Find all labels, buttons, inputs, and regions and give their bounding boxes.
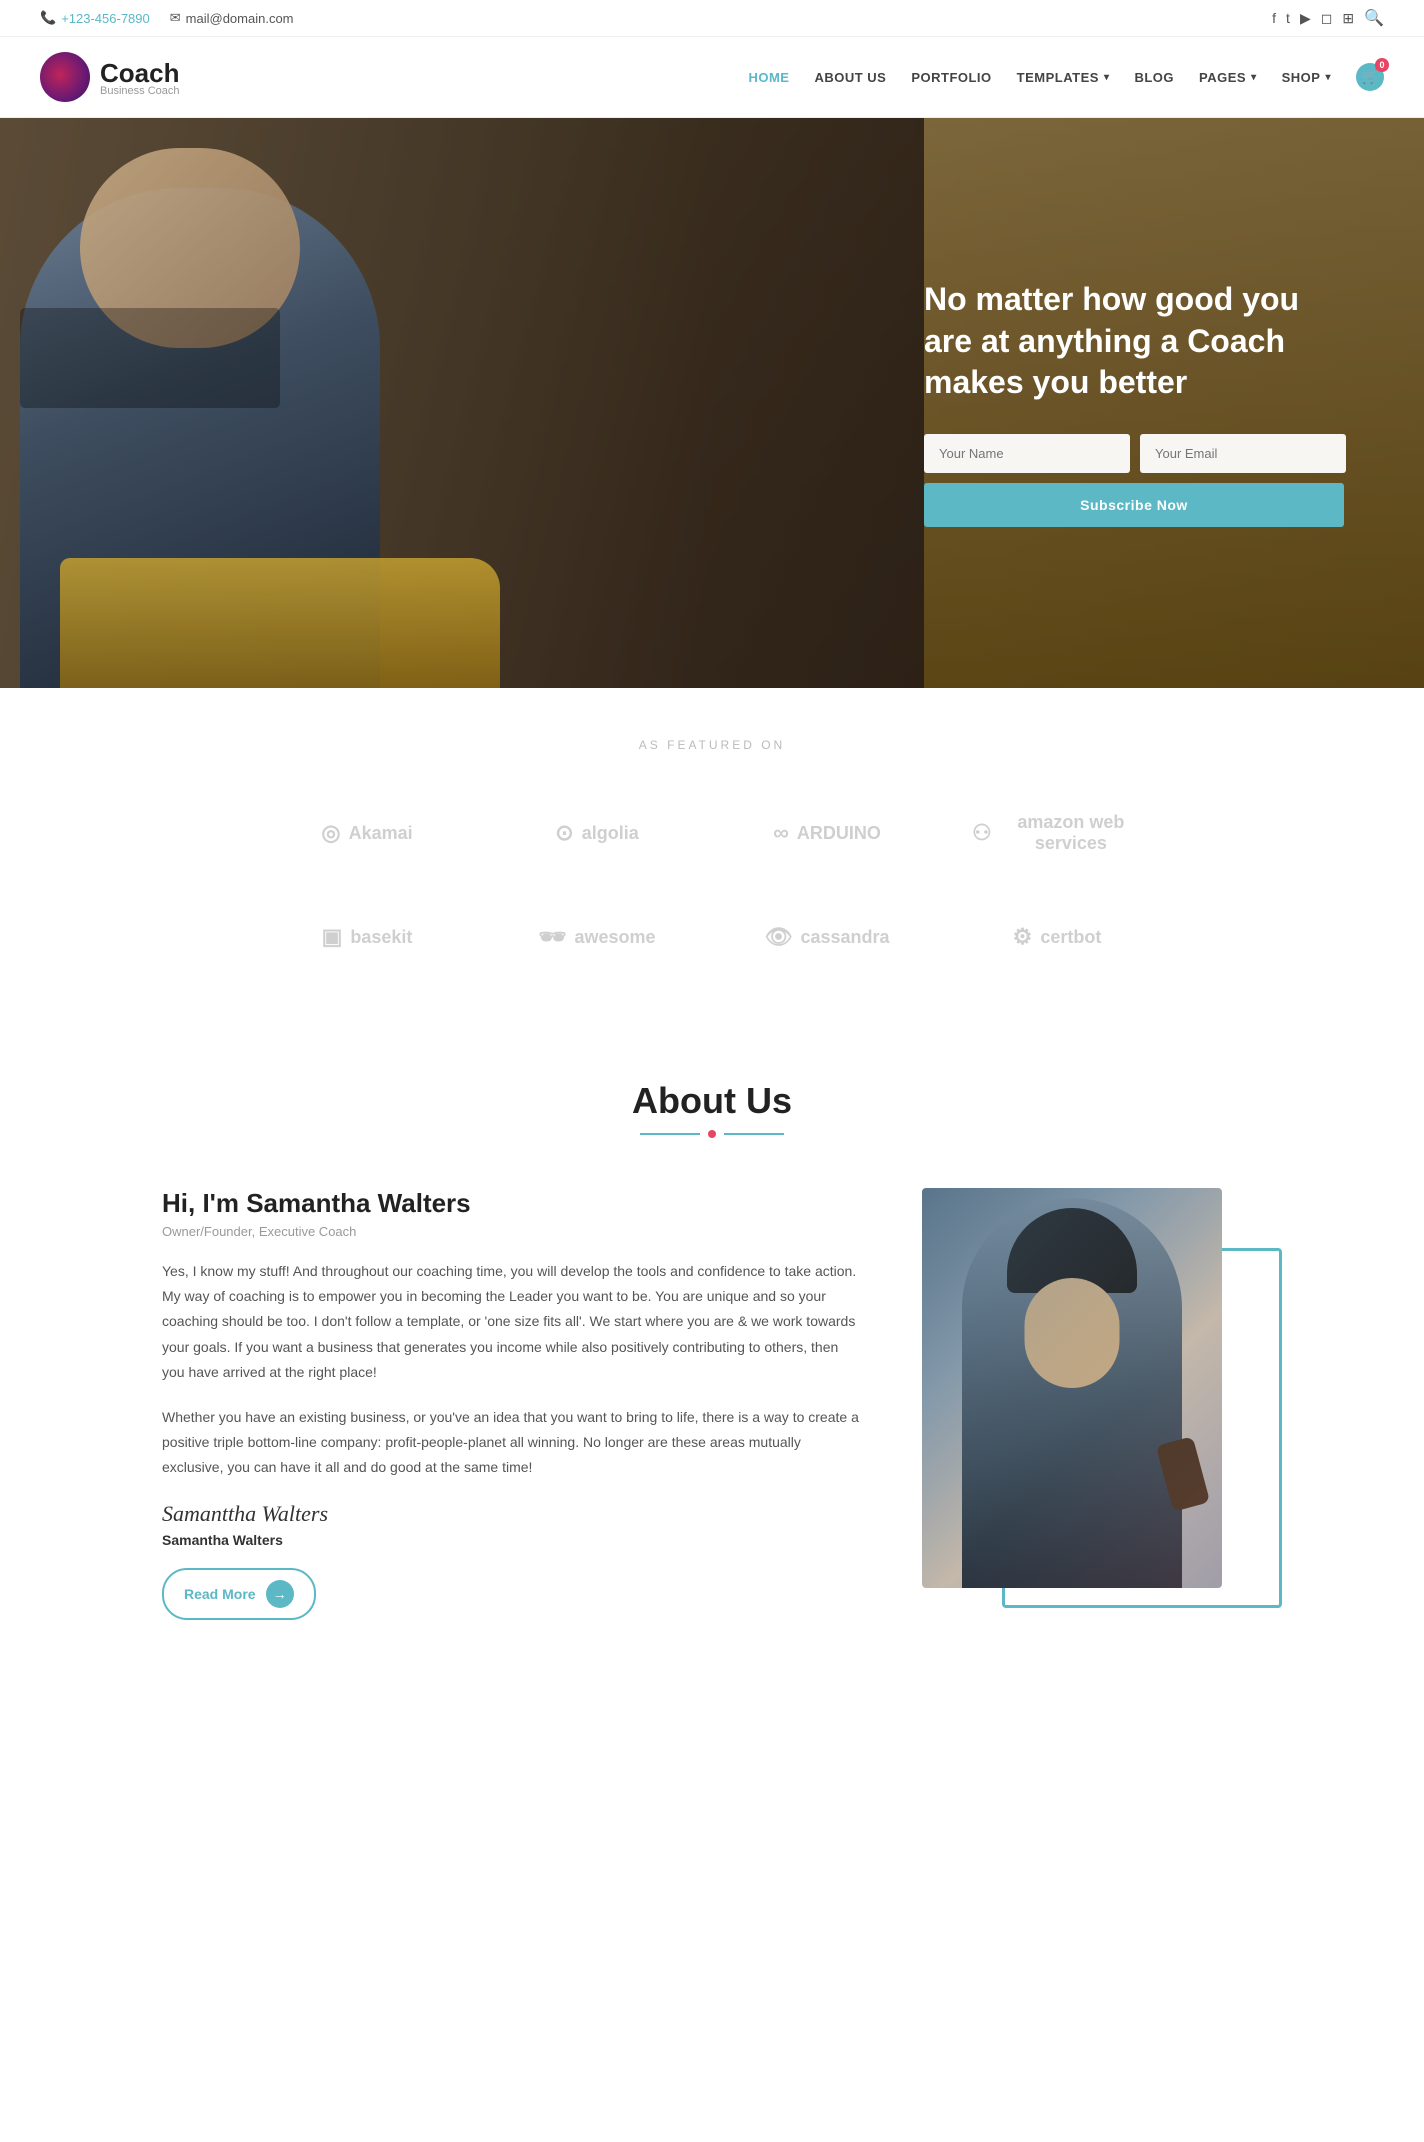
cart-badge: 0 (1375, 58, 1389, 72)
phone-icon: 📞 (40, 10, 56, 26)
chevron-down-icon: ▾ (1251, 72, 1257, 83)
youtube-icon[interactable]: ▶ (1300, 10, 1311, 27)
awesome-icon: 🕶 (539, 924, 567, 950)
site-tagline: Business Coach (100, 85, 180, 97)
top-bar-left: 📞 +123-456-7890 ✉ mail@domain.com (40, 10, 294, 26)
akamai-label: Akamai (349, 823, 413, 844)
aws-icon: ⚇ (972, 820, 992, 846)
email-icon: ✉ (170, 10, 181, 26)
hero-desk (60, 558, 500, 688)
hero-form-row (924, 434, 1344, 473)
header: Coach Business Coach HOME ABOUT US PORTF… (0, 37, 1424, 118)
cart-button[interactable]: 🛒 0 (1356, 63, 1384, 91)
hero-content: No matter how good you are at anything a… (924, 279, 1344, 527)
hero-form: Subscribe Now (924, 434, 1344, 527)
site-name: Coach (100, 58, 180, 89)
aws-label: amazon web services (1000, 812, 1142, 854)
about-para-1: Yes, I know my stuff! And throughout our… (162, 1259, 862, 1385)
logo-arduino: ∞ ARDUINO (722, 792, 932, 874)
logo[interactable]: Coach Business Coach (40, 52, 180, 102)
about-sig-name: Samantha Walters (162, 1532, 862, 1548)
email-address: mail@domain.com (186, 11, 294, 26)
about-signature: Samanttha Walters (162, 1501, 862, 1527)
image-overlay (922, 1188, 1222, 1588)
hero-section: No matter how good you are at anything a… (0, 118, 1424, 688)
featured-label: AS FEATURED ON (40, 738, 1384, 752)
read-more-button[interactable]: Read More → (162, 1568, 316, 1620)
main-nav: HOME ABOUT US PORTFOLIO TEMPLATES ▾ BLOG… (748, 63, 1384, 91)
about-para-2: Whether you have an existing business, o… (162, 1405, 862, 1481)
logo-algolia: ⊙ algolia (492, 792, 702, 874)
search-icon[interactable]: 🔍 (1364, 8, 1384, 28)
about-section-title: About Us (40, 1080, 1384, 1122)
phone-number: +123-456-7890 (61, 11, 150, 26)
nav-portfolio[interactable]: PORTFOLIO (911, 70, 991, 85)
hero-person-area (0, 118, 460, 688)
algolia-label: algolia (582, 823, 639, 844)
cassandra-label: cassandra (800, 927, 889, 948)
logos-grid: ◎ Akamai ⊙ algolia ∞ ARDUINO ⚇ amazon we… (262, 792, 1162, 970)
about-image (922, 1188, 1222, 1588)
divider-dot (708, 1130, 716, 1138)
certbot-icon: ⚙ (1013, 924, 1033, 950)
logo-akamai: ◎ Akamai (262, 792, 472, 874)
name-input[interactable] (924, 434, 1130, 473)
awesome-label: awesome (574, 927, 655, 948)
basekit-icon: ▣ (322, 924, 343, 950)
logo-icon (40, 52, 90, 102)
chevron-down-icon: ▾ (1104, 72, 1110, 83)
email-input[interactable] (1140, 434, 1346, 473)
logo-certbot: ⚙ certbot (952, 904, 1162, 970)
nav-about[interactable]: ABOUT US (814, 70, 886, 85)
instagram-icon[interactable]: ◻ (1321, 10, 1333, 27)
hero-papers (20, 308, 280, 408)
facebook-icon[interactable]: f (1272, 10, 1276, 26)
arrow-right-icon: → (266, 1580, 294, 1608)
basekit-label: basekit (350, 927, 412, 948)
logo-aws: ⚇ amazon web services (952, 792, 1162, 874)
twitter-icon[interactable]: t (1286, 10, 1290, 26)
section-divider (40, 1130, 1384, 1138)
hero-title: No matter how good you are at anything a… (924, 279, 1344, 404)
about-person-name: Hi, I'm Samantha Walters (162, 1188, 862, 1219)
about-person-role: Owner/Founder, Executive Coach (162, 1224, 862, 1239)
divider-line-left (640, 1133, 700, 1135)
about-image-wrapper (922, 1188, 1262, 1588)
certbot-label: certbot (1040, 927, 1101, 948)
chevron-down-icon: ▾ (1325, 72, 1331, 83)
social-links: f t ▶ ◻ ⊞ 🔍 (1272, 8, 1384, 28)
logo-text: Coach Business Coach (100, 58, 180, 97)
cassandra-icon: 👁 (765, 924, 793, 950)
arduino-icon: ∞ (773, 820, 789, 846)
logo-basekit: ▣ basekit (262, 904, 472, 970)
read-more-label: Read More (184, 1586, 256, 1602)
nav-templates[interactable]: TEMPLATES ▾ (1017, 70, 1110, 85)
email-contact[interactable]: ✉ mail@domain.com (170, 10, 294, 26)
subscribe-button[interactable]: Subscribe Now (924, 483, 1344, 527)
akamai-icon: ◎ (321, 820, 340, 846)
about-section: About Us Hi, I'm Samantha Walters Owner/… (0, 1020, 1424, 1700)
about-text: Hi, I'm Samantha Walters Owner/Founder, … (162, 1188, 862, 1620)
phone-contact[interactable]: 📞 +123-456-7890 (40, 10, 150, 26)
nav-shop[interactable]: SHOP ▾ (1282, 70, 1331, 85)
about-content: Hi, I'm Samantha Walters Owner/Founder, … (162, 1188, 1262, 1620)
top-bar: 📞 +123-456-7890 ✉ mail@domain.com f t ▶ … (0, 0, 1424, 37)
logo-awesome: 🕶 awesome (492, 904, 702, 970)
nav-pages[interactable]: PAGES ▾ (1199, 70, 1257, 85)
featured-section: AS FEATURED ON ◎ Akamai ⊙ algolia ∞ ARDU… (0, 688, 1424, 1020)
divider-line-right (724, 1133, 784, 1135)
logo-cassandra: 👁 cassandra (722, 904, 932, 970)
nav-blog[interactable]: BLOG (1134, 70, 1174, 85)
algolia-icon: ⊙ (555, 820, 573, 846)
vimeo-icon[interactable]: ⊞ (1342, 10, 1354, 27)
arduino-label: ARDUINO (797, 823, 881, 844)
nav-home[interactable]: HOME (748, 70, 789, 85)
